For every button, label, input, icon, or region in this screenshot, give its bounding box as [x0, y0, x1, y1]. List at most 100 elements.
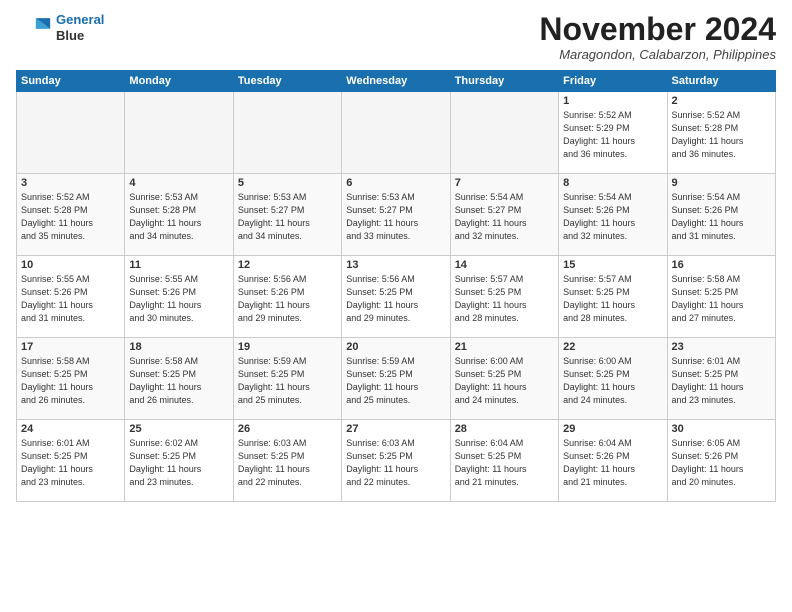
calendar-cell [125, 92, 233, 174]
day-info: Sunrise: 5:52 AM Sunset: 5:28 PM Dayligh… [672, 109, 771, 161]
day-info: Sunrise: 6:01 AM Sunset: 5:25 PM Dayligh… [21, 437, 120, 489]
calendar-cell: 11 Sunrise: 5:55 AM Sunset: 5:26 PM Dayli… [125, 256, 233, 338]
day-number: 26 [238, 423, 337, 435]
day-number: 12 [238, 259, 337, 271]
calendar-cell [233, 92, 341, 174]
day-info: Sunrise: 5:55 AM Sunset: 5:26 PM Dayligh… [129, 273, 228, 325]
day-info: Sunrise: 6:01 AM Sunset: 5:25 PM Dayligh… [672, 355, 771, 407]
day-info: Sunrise: 5:59 AM Sunset: 5:25 PM Dayligh… [346, 355, 445, 407]
day-info: Sunrise: 5:57 AM Sunset: 5:25 PM Dayligh… [563, 273, 662, 325]
day-info: Sunrise: 6:03 AM Sunset: 5:25 PM Dayligh… [346, 437, 445, 489]
calendar-cell: 9 Sunrise: 5:54 AM Sunset: 5:26 PM Daylig… [667, 174, 775, 256]
day-info: Sunrise: 5:53 AM Sunset: 5:27 PM Dayligh… [238, 191, 337, 243]
day-number: 6 [346, 177, 445, 189]
day-number: 25 [129, 423, 228, 435]
day-number: 9 [672, 177, 771, 189]
weekday-header-friday: Friday [559, 71, 667, 92]
day-number: 2 [672, 95, 771, 107]
day-number: 14 [455, 259, 554, 271]
day-number: 23 [672, 341, 771, 353]
calendar-cell: 6 Sunrise: 5:53 AM Sunset: 5:27 PM Daylig… [342, 174, 450, 256]
day-number: 28 [455, 423, 554, 435]
day-number: 10 [21, 259, 120, 271]
calendar-cell: 20 Sunrise: 5:59 AM Sunset: 5:25 PM Dayli… [342, 338, 450, 420]
day-info: Sunrise: 6:03 AM Sunset: 5:25 PM Dayligh… [238, 437, 337, 489]
day-info: Sunrise: 6:00 AM Sunset: 5:25 PM Dayligh… [563, 355, 662, 407]
day-info: Sunrise: 5:54 AM Sunset: 5:27 PM Dayligh… [455, 191, 554, 243]
day-info: Sunrise: 5:53 AM Sunset: 5:28 PM Dayligh… [129, 191, 228, 243]
calendar-cell: 10 Sunrise: 5:55 AM Sunset: 5:26 PM Dayli… [17, 256, 125, 338]
calendar-cell: 12Sunrise: 5:56 AM Sunset: 5:26 PM Dayli… [233, 256, 341, 338]
calendar-week-row: 17 Sunrise: 5:58 AM Sunset: 5:25 PM Dayli… [17, 338, 776, 420]
day-info: Sunrise: 6:05 AM Sunset: 5:26 PM Dayligh… [672, 437, 771, 489]
day-info: Sunrise: 5:54 AM Sunset: 5:26 PM Dayligh… [672, 191, 771, 243]
calendar-cell: 3Sunrise: 5:52 AM Sunset: 5:28 PM Daylig… [17, 174, 125, 256]
calendar-cell: 18Sunrise: 5:58 AM Sunset: 5:25 PM Dayli… [125, 338, 233, 420]
calendar-week-row: 1 Sunrise: 5:52 AM Sunset: 5:29 PM Daylig… [17, 92, 776, 174]
day-info: Sunrise: 5:53 AM Sunset: 5:27 PM Dayligh… [346, 191, 445, 243]
calendar-cell: 14 Sunrise: 5:57 AM Sunset: 5:25 PM Dayli… [450, 256, 558, 338]
calendar-cell: 29Sunrise: 6:04 AM Sunset: 5:26 PM Dayli… [559, 420, 667, 502]
title-block: November 2024 Maragondon, Calabarzon, Ph… [539, 12, 776, 62]
day-info: Sunrise: 5:54 AM Sunset: 5:26 PM Dayligh… [563, 191, 662, 243]
logo: General Blue [16, 12, 104, 43]
day-info: Sunrise: 5:56 AM Sunset: 5:25 PM Dayligh… [346, 273, 445, 325]
day-info: Sunrise: 5:58 AM Sunset: 5:25 PM Dayligh… [672, 273, 771, 325]
day-number: 15 [563, 259, 662, 271]
day-info: Sunrise: 5:52 AM Sunset: 5:29 PM Dayligh… [563, 109, 662, 161]
day-number: 20 [346, 341, 445, 353]
day-number: 1 [563, 95, 662, 107]
day-info: Sunrise: 5:58 AM Sunset: 5:25 PM Dayligh… [129, 355, 228, 407]
day-number: 8 [563, 177, 662, 189]
weekday-header-tuesday: Tuesday [233, 71, 341, 92]
day-number: 24 [21, 423, 120, 435]
weekday-header-row: SundayMondayTuesdayWednesdayThursdayFrid… [17, 71, 776, 92]
calendar-cell: 15 Sunrise: 5:57 AM Sunset: 5:25 PM Dayli… [559, 256, 667, 338]
day-number: 11 [129, 259, 228, 271]
header: General Blue November 2024 Maragondon, C… [16, 12, 776, 62]
day-number: 5 [238, 177, 337, 189]
day-number: 3 [21, 177, 120, 189]
day-number: 21 [455, 341, 554, 353]
day-number: 27 [346, 423, 445, 435]
calendar-week-row: 10 Sunrise: 5:55 AM Sunset: 5:26 PM Dayli… [17, 256, 776, 338]
weekday-header-wednesday: Wednesday [342, 71, 450, 92]
day-info: Sunrise: 5:58 AM Sunset: 5:25 PM Dayligh… [21, 355, 120, 407]
calendar-cell: 25 Sunrise: 6:02 AM Sunset: 5:25 PM Dayli… [125, 420, 233, 502]
day-info: Sunrise: 6:04 AM Sunset: 5:25 PM Dayligh… [455, 437, 554, 489]
calendar-cell: 5 Sunrise: 5:53 AM Sunset: 5:27 PM Daylig… [233, 174, 341, 256]
day-info: Sunrise: 6:00 AM Sunset: 5:25 PM Dayligh… [455, 355, 554, 407]
day-number: 13 [346, 259, 445, 271]
calendar-cell: 23 Sunrise: 6:01 AM Sunset: 5:25 PM Dayli… [667, 338, 775, 420]
calendar-cell: 17 Sunrise: 5:58 AM Sunset: 5:25 PM Dayli… [17, 338, 125, 420]
day-number: 19 [238, 341, 337, 353]
calendar-cell: 30Sunrise: 6:05 AM Sunset: 5:26 PM Dayli… [667, 420, 775, 502]
calendar-week-row: 24 Sunrise: 6:01 AM Sunset: 5:25 PM Dayli… [17, 420, 776, 502]
day-number: 17 [21, 341, 120, 353]
location: Maragondon, Calabarzon, Philippines [539, 47, 776, 62]
calendar-header: SundayMondayTuesdayWednesdayThursdayFrid… [17, 71, 776, 92]
day-number: 22 [563, 341, 662, 353]
calendar-cell: 4Sunrise: 5:53 AM Sunset: 5:28 PM Daylig… [125, 174, 233, 256]
calendar-body: 1 Sunrise: 5:52 AM Sunset: 5:29 PM Daylig… [17, 92, 776, 502]
calendar-cell: 21 Sunrise: 6:00 AM Sunset: 5:25 PM Dayli… [450, 338, 558, 420]
calendar-cell: 24 Sunrise: 6:01 AM Sunset: 5:25 PM Dayli… [17, 420, 125, 502]
calendar-cell [342, 92, 450, 174]
calendar-cell: 8 Sunrise: 5:54 AM Sunset: 5:26 PM Daylig… [559, 174, 667, 256]
calendar-week-row: 3Sunrise: 5:52 AM Sunset: 5:28 PM Daylig… [17, 174, 776, 256]
logo-icon [16, 14, 52, 42]
weekday-header-monday: Monday [125, 71, 233, 92]
day-info: Sunrise: 6:02 AM Sunset: 5:25 PM Dayligh… [129, 437, 228, 489]
calendar-cell: 16Sunrise: 5:58 AM Sunset: 5:25 PM Dayli… [667, 256, 775, 338]
weekday-header-sunday: Sunday [17, 71, 125, 92]
calendar-cell: 2 Sunrise: 5:52 AM Sunset: 5:28 PM Daylig… [667, 92, 775, 174]
calendar-cell: 28 Sunrise: 6:04 AM Sunset: 5:25 PM Dayli… [450, 420, 558, 502]
weekday-header-thursday: Thursday [450, 71, 558, 92]
calendar-cell [17, 92, 125, 174]
calendar-cell: 19Sunrise: 5:59 AM Sunset: 5:25 PM Dayli… [233, 338, 341, 420]
day-info: Sunrise: 5:55 AM Sunset: 5:26 PM Dayligh… [21, 273, 120, 325]
calendar-cell: 7Sunrise: 5:54 AM Sunset: 5:27 PM Daylig… [450, 174, 558, 256]
day-info: Sunrise: 5:57 AM Sunset: 5:25 PM Dayligh… [455, 273, 554, 325]
calendar-cell: 1 Sunrise: 5:52 AM Sunset: 5:29 PM Daylig… [559, 92, 667, 174]
calendar-cell: 22 Sunrise: 6:00 AM Sunset: 5:25 PM Dayli… [559, 338, 667, 420]
